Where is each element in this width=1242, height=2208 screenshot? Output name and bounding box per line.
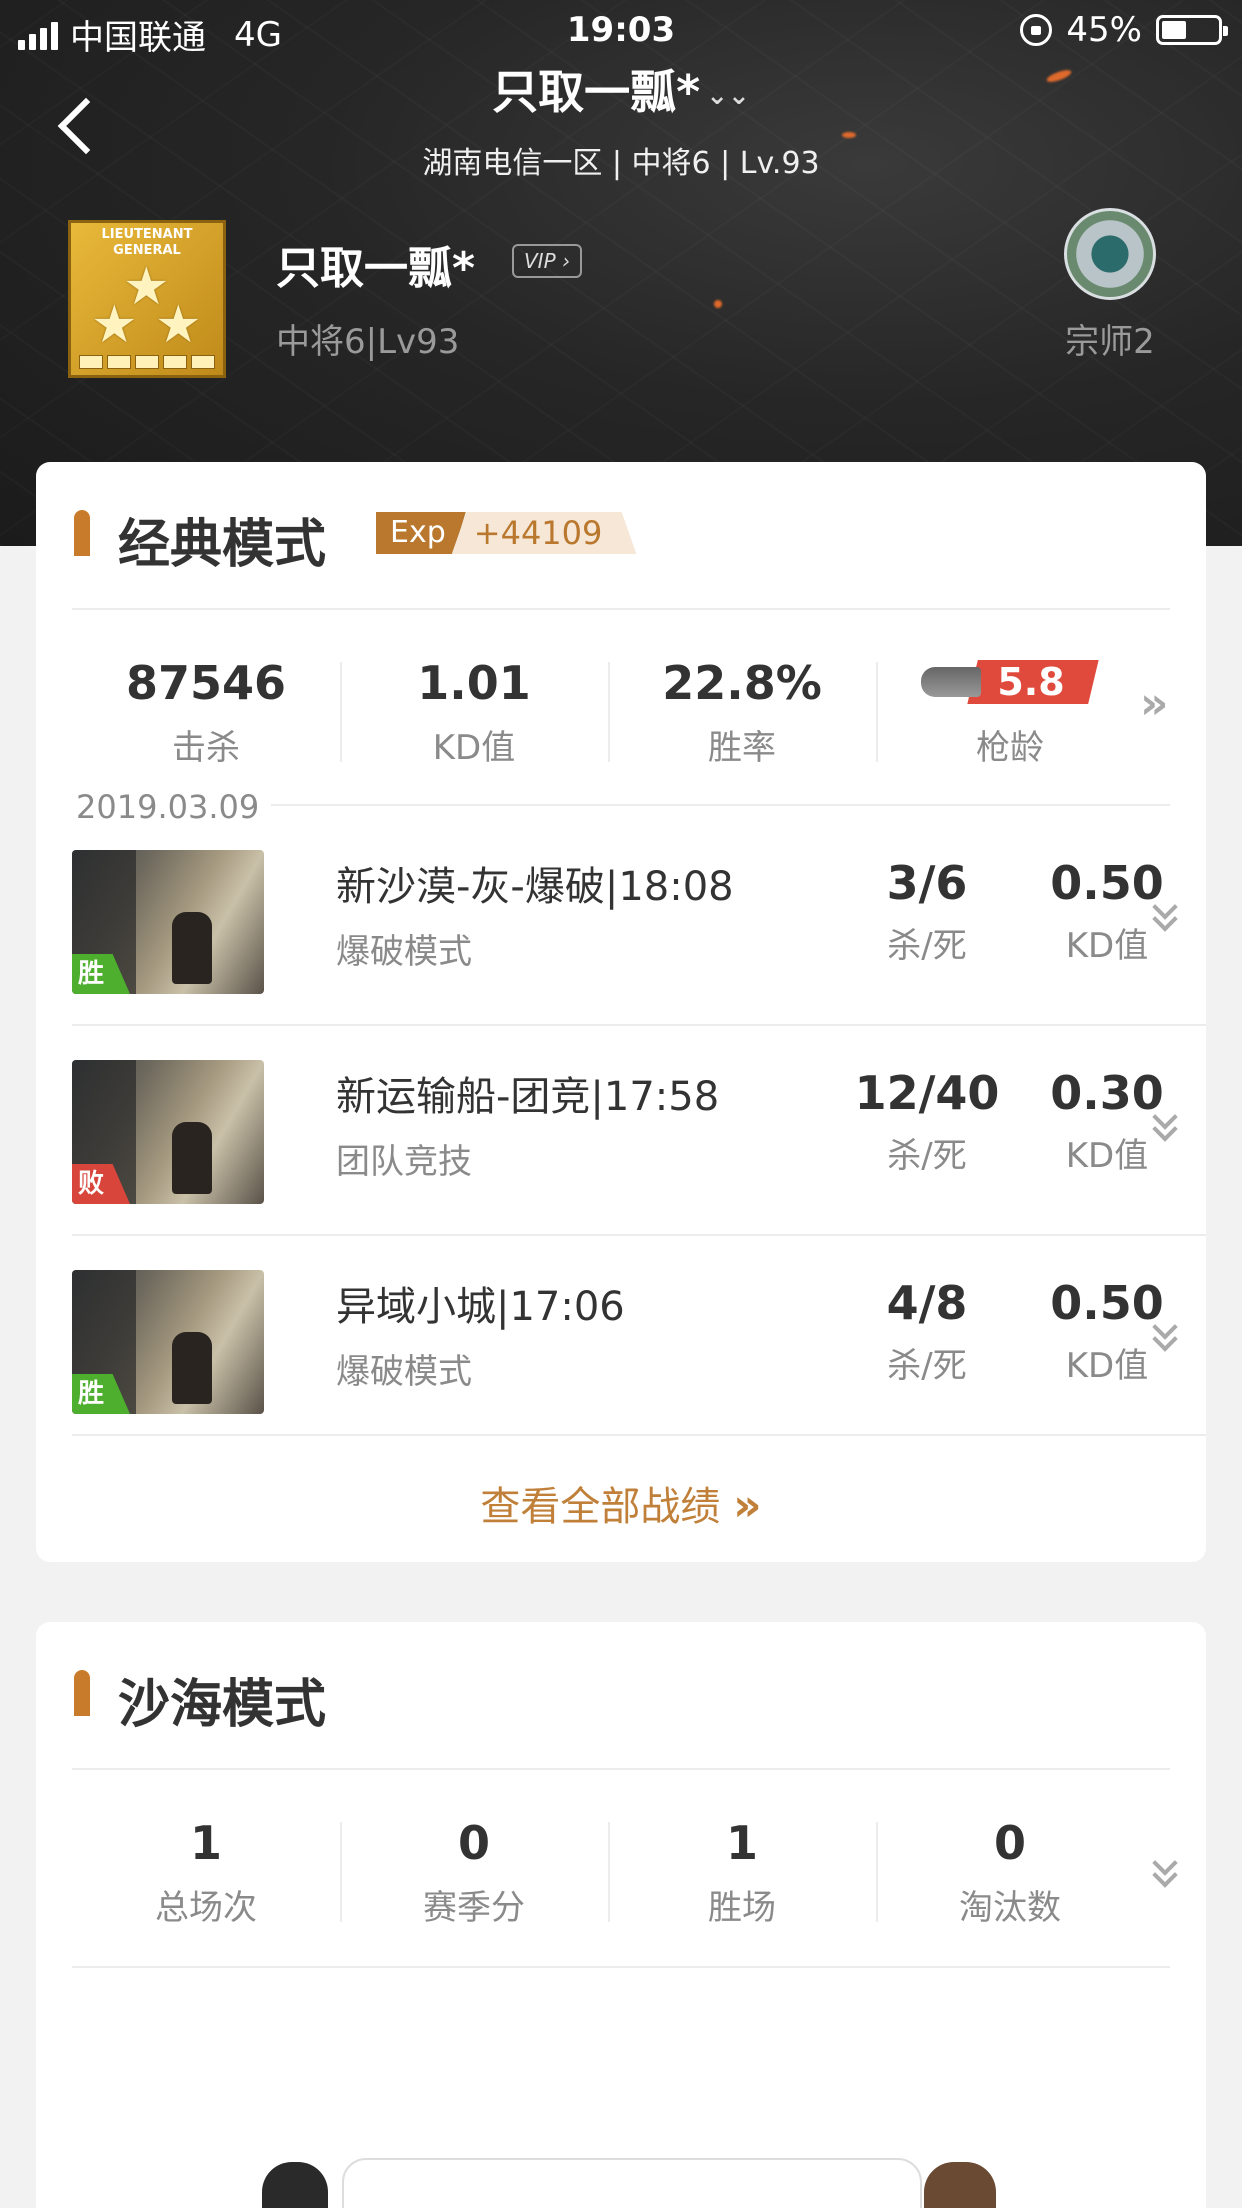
nav-title-button[interactable]: 只取一瓢* ⌄⌄ xyxy=(0,56,1242,122)
match-row[interactable]: 败 新运输船-团竞|17:58 团队竞技 12/40 杀/死 0.30 KD值 xyxy=(72,1024,1206,1234)
stat-label: 枪龄 xyxy=(976,728,1044,768)
match-mode: 团队竞技 xyxy=(336,1142,472,1182)
expand-chevron-icon[interactable] xyxy=(1152,894,1180,938)
expand-chevron-icon[interactable] xyxy=(1152,1314,1180,1358)
stat-value: 1 xyxy=(725,1816,758,1870)
kill-death-value: 12/40 xyxy=(854,1066,1000,1120)
battery-icon xyxy=(1156,15,1228,45)
player-name: 只取一瓢* xyxy=(276,243,476,294)
chevron-down-icon: ⌄⌄ xyxy=(706,80,750,111)
stat-eliminations: 0 淘汰数 xyxy=(876,1812,1144,1929)
section-title: 经典模式 xyxy=(118,515,327,575)
vip-label: VIP xyxy=(524,249,556,273)
stat-value: 87546 xyxy=(125,656,287,710)
stat-season-points: 0 赛季分 xyxy=(340,1812,608,1929)
expand-chevron-icon[interactable] xyxy=(1152,1104,1180,1148)
match-title: 新运输船-团竞|17:58 xyxy=(336,1074,720,1120)
stat-label: KD值 xyxy=(432,728,516,768)
match-kill-death: 3/6 杀/死 xyxy=(832,854,1022,967)
divider xyxy=(72,1434,1206,1436)
divider xyxy=(72,1966,1170,1968)
stat-label: 淘汰数 xyxy=(959,1888,1061,1928)
kill-death-label: 杀/死 xyxy=(887,1346,967,1386)
match-mode: 爆破模式 xyxy=(336,932,472,972)
sand-stats: 1 总场次 0 赛季分 1 胜场 0 淘汰数 xyxy=(72,1812,1144,1929)
match-kill-death: 12/40 杀/死 xyxy=(832,1064,1022,1177)
stat-value: 0 xyxy=(457,1816,490,1870)
match-title: 异域小城|17:06 xyxy=(336,1284,625,1330)
kill-death-label: 杀/死 xyxy=(887,926,967,966)
rank-badge-icon: LIEUTENANT GENERAL ★ ★ ★ xyxy=(68,220,226,378)
rank-emblem-icon[interactable] xyxy=(1064,208,1156,300)
map-thumbnail: 胜 xyxy=(72,1270,264,1414)
section-title: 沙海模式 xyxy=(118,1675,327,1735)
match-row[interactable]: 胜 新沙漠-灰-爆破|18:08 爆破模式 3/6 杀/死 0.50 KD值 xyxy=(72,814,1206,1024)
bullet-icon xyxy=(74,510,90,556)
stat-wins: 1 胜场 xyxy=(608,1812,876,1929)
speech-bubble xyxy=(342,2158,922,2208)
stat-total-matches: 1 总场次 xyxy=(72,1812,340,1929)
stat-gun-age: 5.8 枪龄 xyxy=(876,652,1144,769)
exp-label: Exp xyxy=(376,512,466,554)
divider xyxy=(72,608,1170,610)
exp-badge: Exp +44109 xyxy=(376,512,637,554)
bullet-icon xyxy=(74,1670,90,1716)
player-level: 中将6|Lv93 xyxy=(276,322,460,362)
rank-badge-text: LIEUTENANT GENERAL xyxy=(101,227,193,258)
stat-value: 1.01 xyxy=(417,656,531,710)
map-thumbnail: 胜 xyxy=(72,850,264,994)
battery-percent: 45% xyxy=(1066,10,1142,50)
character-avatar xyxy=(262,2162,328,2208)
double-chevron-right-icon: » xyxy=(733,1480,762,1531)
nav-subtitle: 湖南电信一区 | 中将6 | Lv.93 xyxy=(422,146,820,181)
rotation-lock-icon xyxy=(1020,14,1053,46)
expand-chevron-icon[interactable] xyxy=(1152,1850,1180,1894)
gun-icon xyxy=(921,667,982,697)
match-row[interactable]: 胜 异域小城|17:06 爆破模式 4/8 杀/死 0.50 KD值 xyxy=(72,1234,1206,1444)
character-avatar xyxy=(924,2162,996,2208)
kill-death-value: 4/8 xyxy=(886,1276,968,1330)
stat-value: 0 xyxy=(993,1816,1026,1870)
stat-label: 赛季分 xyxy=(423,1888,525,1928)
stat-label: 总场次 xyxy=(155,1888,257,1928)
match-title: 新沙漠-灰-爆破|18:08 xyxy=(336,864,734,910)
spark-decoration xyxy=(714,300,722,308)
view-all-label: 查看全部战绩 xyxy=(480,1484,721,1530)
sand-mode-card: 沙海模式 1 总场次 0 赛季分 1 胜场 0 淘汰数 xyxy=(36,1622,1206,2208)
stat-label: 胜场 xyxy=(708,1888,776,1928)
match-kill-death: 4/8 杀/死 xyxy=(832,1274,1022,1387)
stat-kills: 87546 击杀 xyxy=(72,652,340,769)
stat-kd: 1.01 KD值 xyxy=(340,652,608,769)
kill-death-label: 杀/死 xyxy=(887,1136,967,1176)
vip-badge[interactable]: VIP › xyxy=(512,244,582,278)
classic-stats: 87546 击杀 1.01 KD值 22.8% 胜率 5.8 枪龄 xyxy=(72,652,1144,769)
status-bar: 中国联通 4G 19:03 45% xyxy=(0,0,1242,60)
rank-emblem-label: 宗师2 xyxy=(1065,322,1155,362)
stat-value: 1 xyxy=(189,1816,222,1870)
double-chevron-right-icon[interactable]: » xyxy=(1140,678,1168,729)
classic-mode-card: 经典模式 Exp +44109 87546 击杀 1.01 KD值 22.8% … xyxy=(36,462,1206,1562)
stat-label: 击杀 xyxy=(172,728,240,768)
stat-value: 5.8 xyxy=(967,660,1099,704)
match-mode: 爆破模式 xyxy=(336,1352,472,1392)
stat-winrate: 22.8% 胜率 xyxy=(608,652,876,769)
stat-label: 胜率 xyxy=(708,728,776,768)
map-thumbnail: 败 xyxy=(72,1060,264,1204)
exp-value: +44109 xyxy=(451,512,637,554)
divider xyxy=(72,1768,1170,1770)
nav-title: 只取一瓢* xyxy=(492,65,701,119)
view-all-records-link[interactable]: 查看全部战绩 » xyxy=(36,1474,1206,1532)
stat-value: 22.8% xyxy=(662,656,822,710)
kill-death-value: 3/6 xyxy=(886,856,968,910)
